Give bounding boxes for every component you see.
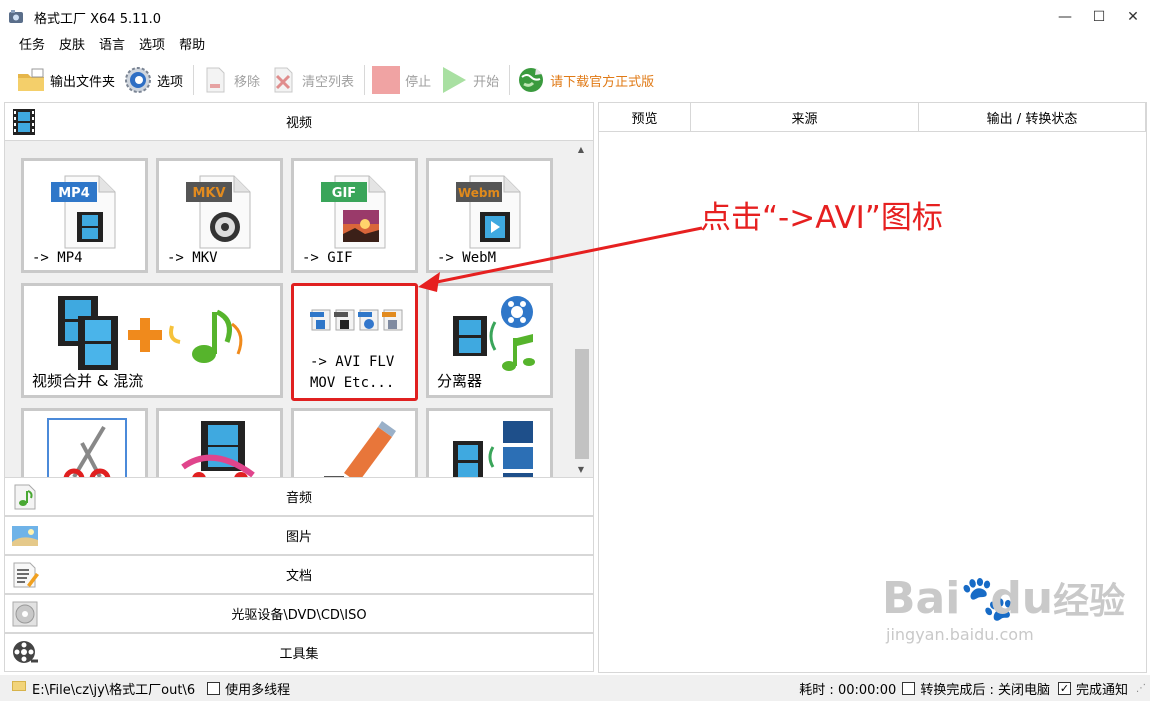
watermark-brand: Bai	[882, 573, 961, 624]
notify-label: 完成通知	[1075, 682, 1128, 698]
multithread-checkbox[interactable]	[207, 681, 221, 695]
watermark-url: jingyan.baidu.com	[886, 625, 1034, 644]
status-bar: E:\File\cz\jy\格式工厂out\6 使用多线程 耗时 : 00:00…	[0, 675, 1150, 701]
folder-small-icon	[12, 680, 26, 696]
notify-checkbox[interactable]: ✓	[1057, 681, 1071, 695]
watermark-brand2: du	[990, 573, 1054, 624]
watermark-suffix: 经验	[1053, 581, 1126, 622]
resize-grip-icon[interactable]: ⋰	[1136, 683, 1146, 694]
after-convert-label: 转换完成后 : 关闭电脑	[920, 682, 1050, 698]
elapsed-time: 耗时 : 00:00:00	[799, 682, 897, 698]
paw-icon: 🐾	[960, 573, 1016, 624]
multithread-label: 使用多线程	[225, 682, 291, 698]
output-path[interactable]: E:\File\cz\jy\格式工厂out\6	[32, 679, 195, 698]
annotation-text: 点击“->AVI”图标	[700, 200, 943, 236]
baidu-watermark: Bai🐾du经验 jingyan.baidu.com	[882, 573, 1126, 645]
after-convert-checkbox[interactable]	[902, 681, 916, 695]
